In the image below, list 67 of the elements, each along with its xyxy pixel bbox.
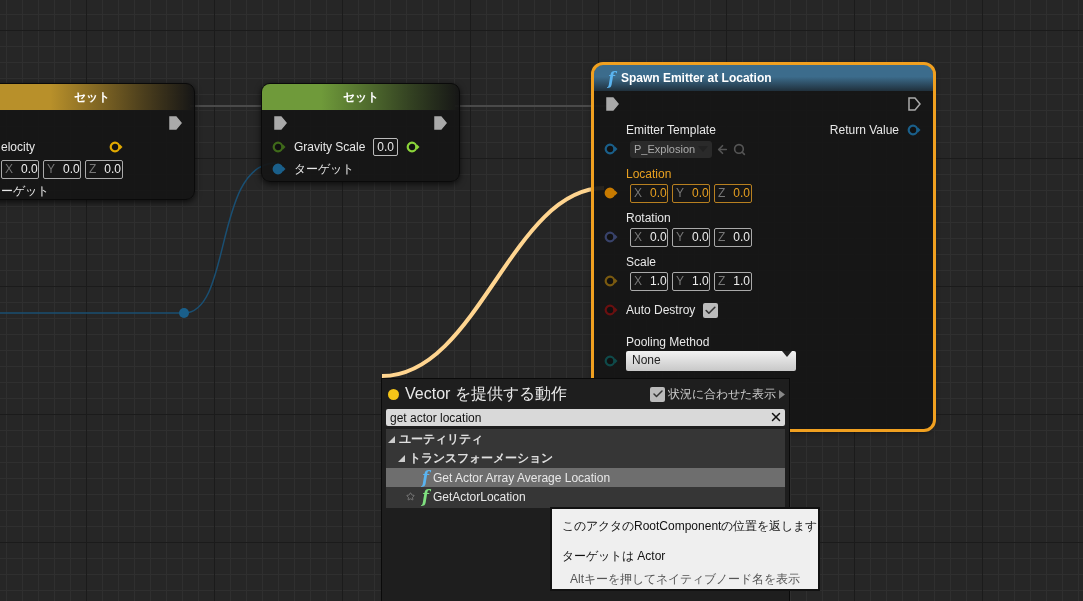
blueprint-node[interactable]: セット Gravity Scale 0.0 ターゲット xyxy=(261,83,460,182)
expand-icon[interactable] xyxy=(388,436,395,443)
number-field[interactable]: Y 0.0 xyxy=(672,227,710,247)
expand-arrow-icon[interactable] xyxy=(779,389,785,399)
checkbox[interactable] xyxy=(703,302,719,318)
pin-label: Scale xyxy=(626,255,657,269)
pin-label: Emitter Template xyxy=(626,123,716,137)
number-field[interactable]: 0.0 xyxy=(373,138,399,156)
pin-label: ターゲット xyxy=(294,160,354,178)
action-label: Get Actor Array Average Location xyxy=(432,470,611,485)
category-label: ユーティリティ xyxy=(399,431,483,448)
favorite-star-icon[interactable] xyxy=(406,492,415,501)
pin-label: Pooling Method xyxy=(626,335,710,349)
node-title: セット xyxy=(73,88,110,106)
pin-icon[interactable] xyxy=(109,141,123,153)
vector-dot-icon xyxy=(388,388,399,400)
exec-pin-icon[interactable] xyxy=(908,97,921,111)
category-row[interactable]: トランスフォーメーション xyxy=(386,449,785,468)
node-title: セット xyxy=(342,88,379,106)
search-field[interactable]: get actor location xyxy=(386,409,785,426)
exec-pin-icon[interactable] xyxy=(169,116,182,130)
checkbox[interactable] xyxy=(650,386,665,402)
dropdown[interactable]: None xyxy=(626,351,796,371)
pin-label: Rotation xyxy=(626,211,671,225)
pin-label: Return Value xyxy=(829,123,899,137)
caret-icon xyxy=(782,351,792,357)
category-row[interactable]: ユーティリティ xyxy=(386,430,785,449)
search-icon[interactable] xyxy=(733,142,747,156)
number-field[interactable]: Z 1.0 xyxy=(714,271,752,291)
pin-label: Location xyxy=(626,167,672,181)
tooltip-target: ターゲットは Actor xyxy=(562,548,667,565)
pin-label: ーゲット xyxy=(1,182,49,200)
number-field[interactable]: X 0.0 xyxy=(1,159,39,179)
number-field[interactable]: X 0.0 xyxy=(630,183,668,203)
pin-label: Gravity Scale xyxy=(294,140,366,154)
action-label: GetActorLocation xyxy=(432,489,526,504)
tooltip-description: このアクタのRootComponentの位置を返します xyxy=(562,518,818,535)
pin-label: elocity xyxy=(1,140,35,154)
node-title: Spawn Emitter at Location xyxy=(620,71,772,85)
number-field[interactable]: Y 1.0 xyxy=(672,271,710,291)
function-icon: f xyxy=(422,468,429,487)
function-icon: f xyxy=(422,487,429,506)
clear-icon[interactable] xyxy=(769,410,783,424)
number-field[interactable]: X 1.0 xyxy=(630,271,668,291)
action-item[interactable]: f Get Actor Array Average Location xyxy=(386,468,785,487)
pin-icon[interactable] xyxy=(604,187,618,199)
exec-pin-icon[interactable] xyxy=(434,116,447,130)
number-field[interactable]: Y 0.0 xyxy=(43,159,81,179)
number-field[interactable]: Z 0.0 xyxy=(85,159,123,179)
number-field[interactable]: X 0.0 xyxy=(630,227,668,247)
menu-title: Vector を提供する動作 xyxy=(405,383,567,404)
function-icon: f xyxy=(608,68,615,88)
graph-canvas[interactable] xyxy=(0,0,1083,601)
exec-pin-icon[interactable] xyxy=(274,116,287,130)
number-field[interactable]: Z 0.0 xyxy=(714,227,752,247)
exec-pin-icon[interactable] xyxy=(606,97,619,111)
asset-dropdown[interactable]: P_Explosion xyxy=(630,140,713,158)
expand-icon[interactable] xyxy=(398,455,405,462)
tooltip-hint: Altキーを押してネイティブノード名を表示 xyxy=(569,571,801,588)
action-item[interactable]: f GetActorLocation xyxy=(386,487,785,506)
pin-icon[interactable] xyxy=(406,141,421,153)
checkbox-label: 状況に合わせた表示 xyxy=(668,385,776,403)
blueprint-node[interactable]: セット elocity X 0.0 Y 0.0 Z 0.0 ーゲット xyxy=(0,83,195,200)
number-field[interactable]: Y 0.0 xyxy=(672,183,710,203)
category-label: トランスフォーメーション xyxy=(409,450,553,467)
number-field[interactable]: Z 0.0 xyxy=(714,183,752,203)
pin-label: Auto Destroy xyxy=(626,303,696,317)
